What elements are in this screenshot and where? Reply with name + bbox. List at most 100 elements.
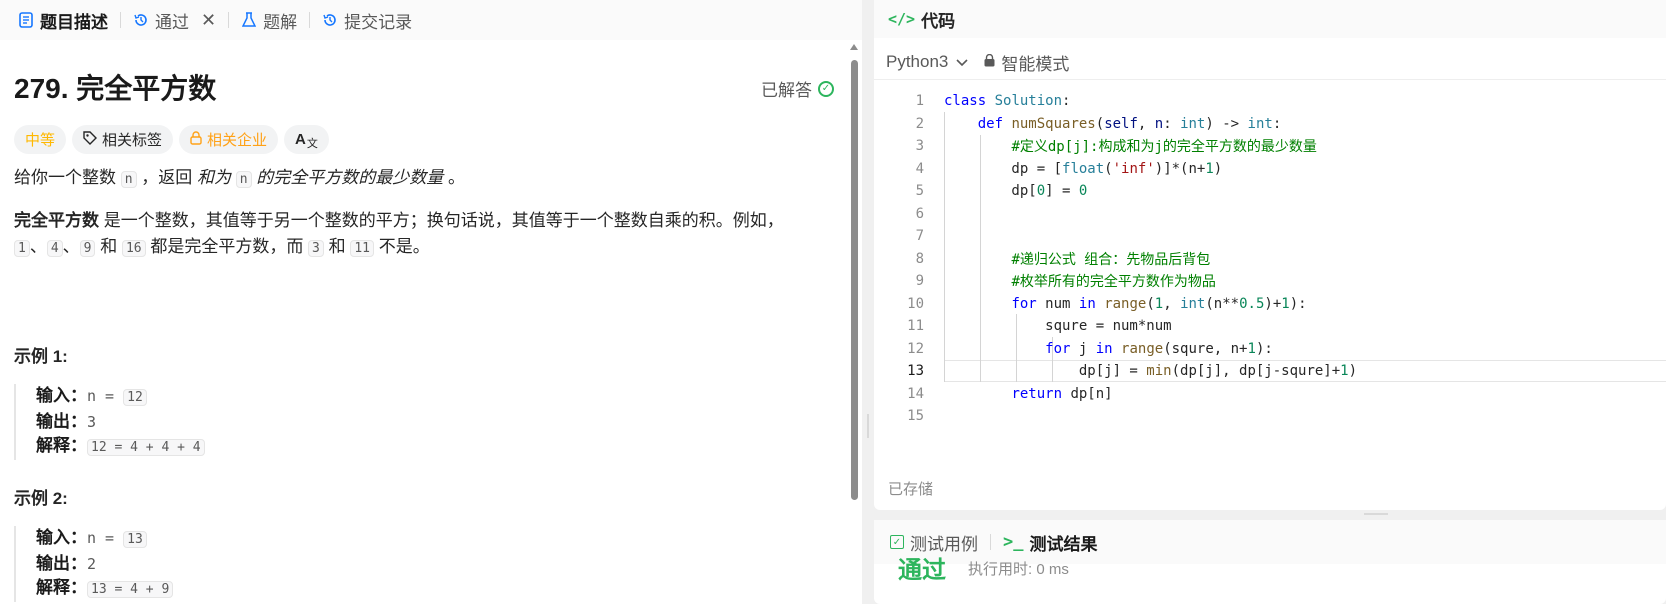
input-label: 输入： — [36, 528, 87, 547]
toolbar-divider — [874, 79, 1666, 80]
lock-icon — [190, 130, 202, 149]
history-icon — [133, 12, 149, 28]
inline-code: n — [120, 171, 137, 188]
tab-test-result-label: 测试结果 — [1029, 534, 1098, 554]
line-number: 13 — [907, 363, 924, 380]
splitter-grip[interactable] — [1364, 513, 1388, 515]
code-text: #定义dp[j]:构成和为j的完全平方数的最少数量 — [1011, 139, 1317, 156]
example-2-block: 输入：n = 13 输出：2 解释： 13 = 4 + 9 — [14, 526, 174, 602]
code-line: 1 class Solution: — [874, 90, 1666, 113]
code-line: 7 — [874, 225, 1666, 248]
input-text: n = — [87, 387, 124, 405]
code-line: 4 dp = [float('inf')]*(n+1) — [874, 158, 1666, 181]
code-text: dp[j] = min(dp[j], dp[j-squre]+1) — [944, 363, 1358, 380]
code-panel-title: 代码 — [921, 11, 956, 31]
line-number: 15 — [907, 408, 924, 425]
text: 、 — [62, 237, 80, 256]
explain-value: 13 = 4 + 9 — [87, 581, 174, 598]
result-status: 通过 — [898, 557, 946, 584]
difficulty-label: 中等 — [25, 132, 56, 149]
code-text: return dp[n] — [1011, 385, 1113, 402]
code-line: 6 — [874, 203, 1666, 226]
tab-accepted-label: 通过 — [155, 12, 189, 32]
inline-code: 16 — [121, 240, 146, 257]
translate-icon-sub: 文 — [306, 137, 318, 150]
code-line: 11 squre = num*num — [874, 315, 1666, 338]
line-number: 12 — [907, 340, 924, 357]
tab-submissions[interactable]: 提交记录 — [314, 0, 420, 40]
solved-status: 已解答 ✓ — [761, 76, 834, 101]
code-text: #递归公式 组合：先物品后背包 — [1011, 251, 1211, 268]
line-number: 11 — [907, 318, 924, 335]
line-number: 6 — [915, 205, 924, 222]
line-number: 1 — [915, 93, 924, 110]
code-line: 13 dp[j] = min(dp[j], dp[j-squre]+1) — [874, 360, 1666, 383]
output-value: 3 — [87, 413, 97, 431]
horizontal-splitter[interactable] — [874, 510, 1666, 520]
language-select[interactable]: Python3 — [886, 52, 968, 72]
terminal-icon: >_ — [1003, 532, 1024, 552]
tab-solutions[interactable]: 题解 — [233, 0, 305, 40]
code-text: class Solution: — [944, 93, 1071, 110]
translate-button[interactable]: A 文 — [284, 125, 329, 154]
related-companies-button[interactable]: 相关企业 — [179, 125, 279, 154]
difficulty-badge[interactable]: 中等 — [14, 125, 67, 154]
language-label: Python3 — [886, 52, 949, 71]
italic-text: 和为 — [197, 168, 236, 187]
tab-test-result[interactable]: >_ 测试结果 — [1003, 530, 1097, 555]
left-tab-bar: 题目描述 通过 ✕ 题解 提交记录 — [0, 0, 862, 40]
input-label: 输入： — [36, 386, 87, 405]
inline-code: 11 — [350, 240, 374, 257]
scroll-up-arrow[interactable] — [850, 44, 858, 50]
code-line: 8 #递归公式 组合：先物品后背包 — [874, 248, 1666, 271]
tab-separator — [309, 12, 311, 28]
input-value: 13 — [123, 531, 147, 548]
doc-icon — [18, 12, 34, 28]
vertical-splitter[interactable] — [862, 0, 874, 604]
code-editor[interactable]: 1 class Solution: 2 def numSquares(self, … — [874, 90, 1666, 424]
translate-icon: A — [295, 131, 306, 148]
bold-text: 完全平方数 — [14, 211, 99, 230]
problem-panel: 题目描述 通过 ✕ 题解 提交记录 279. 完全平方数 已解答 ✓ 中等 相关… — [0, 0, 862, 604]
output-label: 输出： — [36, 412, 87, 431]
tab-description[interactable]: 题目描述 — [10, 0, 116, 40]
code-text: for j in range(squre, n+1): — [1045, 340, 1273, 357]
related-companies-label: 相关企业 — [207, 132, 268, 149]
italic-text: 的完全平方数的最少数量 — [251, 168, 444, 187]
related-tags-button[interactable]: 相关标签 — [72, 125, 174, 154]
mode-label: 智能模式 — [1001, 54, 1070, 74]
code-text: #枚举所有的完全平方数作为物品 — [1011, 274, 1216, 291]
tab-submissions-label: 提交记录 — [344, 12, 413, 32]
example-row: 输出：3 — [36, 410, 205, 434]
test-panel: ✓ 测试用例 >_ 测试结果 通过 执行用时: 0 ms — [874, 520, 1666, 604]
scrollbar-thumb[interactable] — [851, 60, 858, 500]
close-icon[interactable]: ✕ — [201, 11, 216, 29]
example-row: 输入：n = 13 — [36, 526, 173, 552]
code-line: 14 return dp[n] — [874, 383, 1666, 406]
inline-code: 4 — [46, 240, 63, 257]
splitter-grip[interactable] — [867, 414, 869, 438]
mode-select[interactable]: 智能模式 — [984, 50, 1069, 75]
code-panel: </> 代码 Python3 智能模式 1 class Solution: 2 … — [874, 0, 1666, 510]
line-number: 9 — [915, 273, 924, 290]
text: 不是。 — [373, 237, 430, 256]
problem-title: 279. 完全平方数 — [14, 73, 217, 104]
description-para-1: 给你一个整数 n ，返回 和为 n 的完全平方数的最少数量 。 — [14, 165, 465, 193]
tab-separator — [990, 534, 991, 550]
solved-label: 已解答 — [761, 81, 812, 100]
code-line: 9 #枚举所有的完全平方数作为物品 — [874, 270, 1666, 293]
text: 和 — [323, 237, 351, 256]
tag-icon — [83, 130, 98, 149]
example-row: 输入：n = 12 — [36, 384, 205, 410]
history-icon — [322, 12, 338, 28]
text: 都是完全平方数，而 — [145, 237, 309, 256]
inline-code: 3 — [308, 240, 324, 257]
tab-description-label: 题目描述 — [40, 12, 108, 32]
runtime-text: 执行用时: 0 ms — [968, 561, 1069, 578]
code-toolbar: Python3 智能模式 — [874, 44, 1666, 80]
inline-code: n — [235, 171, 252, 188]
text: 。 — [443, 168, 466, 187]
related-tags-label: 相关标签 — [102, 132, 163, 149]
tab-accepted[interactable]: 通过 ✕ — [125, 0, 224, 40]
saved-status: 已存储 — [888, 481, 934, 498]
